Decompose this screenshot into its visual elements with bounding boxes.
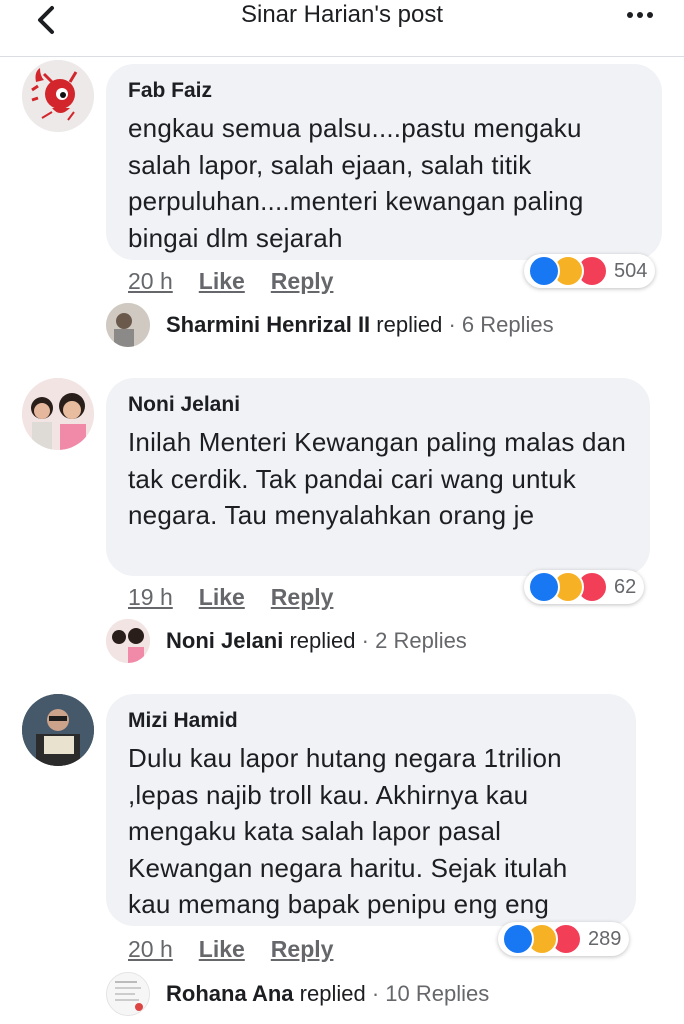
like-reaction-icon	[528, 571, 560, 603]
view-replies[interactable]: Sharmini Henrizal II replied · 6 Replies	[106, 303, 554, 347]
avatar[interactable]	[22, 60, 94, 132]
replies-count: · 2 Replies	[361, 628, 467, 653]
comment-actions: 20 h Like Reply	[128, 934, 359, 964]
more-dots-icon	[627, 12, 633, 18]
like-button[interactable]: Like	[199, 936, 245, 962]
comment-time[interactable]: 20 h	[128, 268, 173, 294]
comment-bubble: Fab Faiz engkau semua palsu....pastu men…	[106, 64, 662, 260]
comment-author[interactable]: Fab Faiz	[128, 78, 640, 104]
replier-name: Rohana Ana	[166, 981, 294, 1006]
replier-name: Noni Jelani	[166, 628, 284, 653]
comment-author[interactable]: Mizi Hamid	[128, 708, 614, 734]
comment-actions: 20 h Like Reply	[128, 266, 359, 296]
comment-time[interactable]: 20 h	[128, 936, 173, 962]
comment-author[interactable]: Noni Jelani	[128, 392, 628, 418]
view-replies[interactable]: Noni Jelani replied · 2 Replies	[106, 619, 467, 663]
like-button[interactable]: Like	[199, 268, 245, 294]
comment-actions: 19 h Like Reply	[128, 582, 359, 612]
reply-button[interactable]: Reply	[271, 936, 334, 962]
reply-button[interactable]: Reply	[271, 584, 334, 610]
devil-avatar-icon	[22, 60, 94, 132]
comment-bubble: Mizi Hamid Dulu kau lapor hutang negara …	[106, 694, 636, 926]
comment-text: Inilah Menteri Kewangan paling malas dan…	[128, 427, 626, 530]
like-button[interactable]: Like	[199, 584, 245, 610]
avatar[interactable]	[22, 378, 94, 450]
comment-time[interactable]: 19 h	[128, 584, 173, 610]
post-header: Sinar Harian's post	[0, 0, 684, 57]
reaction-count: 62	[614, 575, 637, 598]
reactions-summary[interactable]: 289	[498, 922, 630, 956]
reaction-count: 504	[614, 259, 648, 282]
view-replies[interactable]: Rohana Ana replied · 10 Replies	[106, 972, 489, 1016]
more-options-button[interactable]	[620, 0, 660, 30]
replies-count: · 10 Replies	[371, 981, 490, 1006]
page-title: Sinar Harian's post	[240, 1, 443, 28]
reaction-count: 289	[588, 927, 622, 950]
comment-bubble: Noni Jelani Inilah Menteri Kewangan pali…	[106, 378, 650, 576]
avatar[interactable]	[22, 694, 94, 766]
like-reaction-icon	[502, 923, 534, 955]
reactions-summary[interactable]: 504	[524, 254, 656, 288]
avatar	[106, 619, 150, 663]
comment-text: Dulu kau lapor hutang negara 1trilion ,l…	[128, 743, 568, 919]
replies-count: · 6 Replies	[448, 312, 554, 337]
replier-name: Sharmini Henrizal II	[166, 312, 371, 337]
reply-button[interactable]: Reply	[271, 268, 334, 294]
reactions-summary[interactable]: 62	[524, 570, 645, 604]
comment-text: engkau semua palsu....pastu mengaku sala…	[128, 113, 584, 253]
like-reaction-icon	[528, 255, 560, 287]
avatar	[106, 972, 150, 1016]
avatar	[106, 303, 150, 347]
